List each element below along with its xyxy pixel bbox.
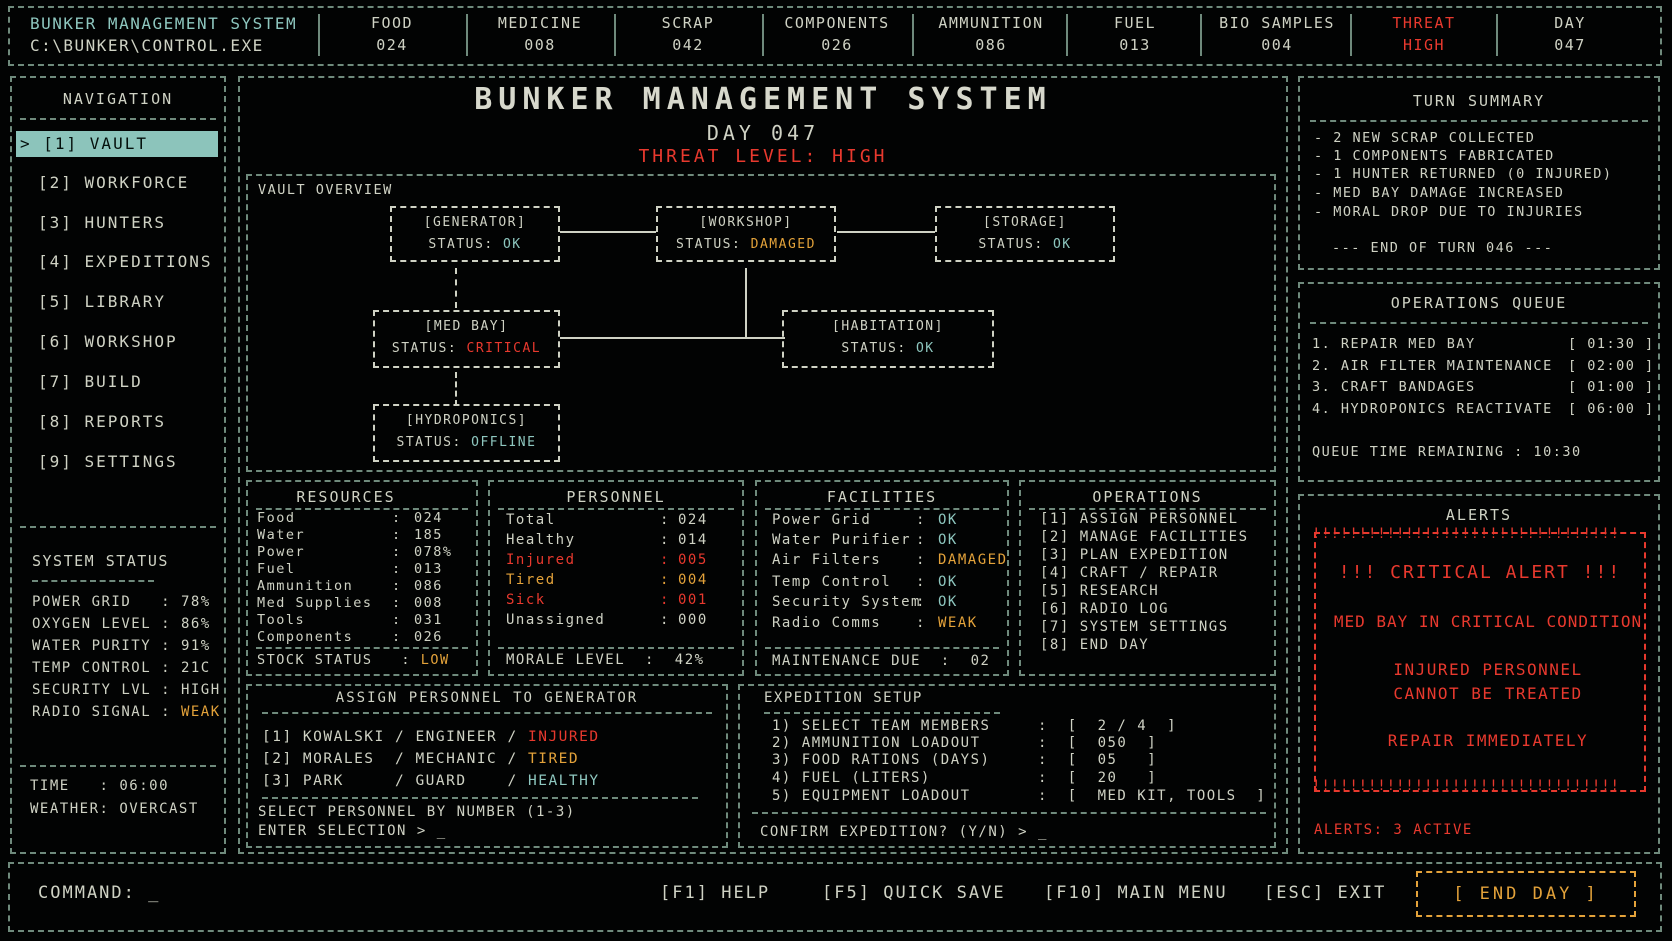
op-plan-expedition[interactable]: [3] PLAN EXPEDITION — [1040, 546, 1229, 564]
assign-title: ASSIGN PERSONNEL TO GENERATOR — [335, 690, 639, 706]
alert-repair: REPAIR IMMEDIATELY — [1387, 731, 1589, 750]
op-research[interactable]: [5] RESEARCH — [1040, 582, 1159, 600]
alert-medbay: MED BAY IN CRITICAL CONDITION — [1333, 612, 1643, 631]
op-assign-personnel[interactable]: [1] ASSIGN PERSONNEL — [1040, 510, 1239, 528]
vault-overview-title: VAULT OVERVIEW — [258, 182, 393, 198]
stat-threat: THREAT HIGH — [1392, 14, 1456, 54]
status-row: WATER PURITY : 91% — [32, 638, 211, 654]
nav-item-reports[interactable]: [8] REPORTS — [16, 409, 218, 435]
expedition-row[interactable]: 1) SELECT TEAM MEMBERS — [772, 718, 990, 736]
alert-critical: !!! CRITICAL ALERT !!! — [1338, 562, 1622, 583]
stat-food: FOOD 024 — [370, 14, 414, 54]
nav-item-workforce[interactable]: [2] WORKFORCE — [16, 170, 218, 196]
node-habitation[interactable]: [HABITATION] STATUS: OK — [782, 310, 994, 368]
assign-input[interactable]: ENTER SELECTION > _ — [258, 823, 447, 840]
stat-day: DAY 047 — [1554, 14, 1586, 54]
alerts-count: ALERTS: 3 ACTIVE — [1314, 822, 1473, 838]
assign-option-2[interactable]: [2] MORALES / MECHANIC / TIRED — [262, 748, 579, 770]
status-row: OXYGEN LEVEL : 86% — [32, 616, 211, 632]
op-system-settings[interactable]: [7] SYSTEM SETTINGS — [1040, 618, 1229, 636]
main-threat: THREAT LEVEL: HIGH — [638, 146, 888, 167]
clock-time: TIME : 06:00 — [30, 778, 170, 794]
op-radio-log[interactable]: [6] RADIO LOG — [1040, 600, 1169, 618]
weather: WEATHER: OVERCAST — [30, 801, 199, 817]
summary-item: - MED BAY DAMAGE INCREASED — [1314, 185, 1565, 201]
resources-title: RESOURCES — [296, 488, 396, 506]
system-status-title: SYSTEM STATUS — [32, 552, 169, 570]
stat-scrap: SCRAP 042 — [661, 14, 715, 54]
personnel-title: PERSONNEL — [566, 488, 666, 506]
queue-item[interactable]: 1. REPAIR MED BAY — [1312, 336, 1476, 353]
quick-save-key[interactable]: [F5] QUICK SAVE — [822, 883, 1006, 903]
app-title: BUNKER MANAGEMENT SYSTEM — [30, 14, 298, 33]
summary-item: - 1 COMPONENTS FABRICATED — [1314, 148, 1555, 164]
op-craft-repair[interactable]: [4] CRAFT / REPAIR — [1040, 564, 1219, 582]
op-manage-facilities[interactable]: [2] MANAGE FACILITIES — [1040, 528, 1249, 546]
expedition-confirm[interactable]: CONFIRM EXPEDITION? (Y/N) > _ — [760, 824, 1048, 841]
node-medbay[interactable]: [MED BAY] STATUS: CRITICAL — [373, 310, 560, 368]
maintenance-due: MAINTENANCE DUE : 02 — [772, 653, 991, 669]
queue-item[interactable]: 3. CRAFT BANDAGES — [1312, 379, 1476, 396]
app-path: C:\BUNKER\CONTROL.EXE — [30, 36, 264, 55]
expedition-row[interactable]: 4) FUEL (LITERS) — [772, 770, 931, 788]
status-row: RADIO SIGNAL : WEAK — [32, 704, 221, 720]
node-hydroponics[interactable]: [HYDROPONICS] STATUS: OFFLINE — [373, 404, 560, 462]
expedition-row[interactable]: 5) EQUIPMENT LOADOUT — [772, 788, 971, 806]
end-day-button[interactable]: [ END DAY ] — [1416, 871, 1636, 917]
nav-item-library[interactable]: [5] LIBRARY — [16, 289, 218, 315]
turn-summary-title: TURN SUMMARY — [1412, 92, 1546, 110]
summary-item: - 2 NEW SCRAP COLLECTED — [1314, 130, 1536, 146]
alert-injured-1: INJURED PERSONNEL — [1393, 660, 1583, 679]
summary-item: - 1 HUNTER RETURNED (0 INJURED) — [1314, 166, 1613, 182]
main-title: BUNKER MANAGEMENT SYSTEM — [474, 82, 1052, 117]
assign-prompt: SELECT PERSONNEL BY NUMBER (1-3) — [258, 804, 576, 820]
command-input[interactable]: COMMAND: _ — [38, 883, 160, 903]
expedition-row[interactable]: 2) AMMUNITION LOADOUT — [772, 735, 981, 753]
facilities-title: FACILITIES — [826, 488, 938, 506]
morale-level: MORALE LEVEL : 42% — [506, 652, 705, 668]
nav-item-build[interactable]: [7] BUILD — [16, 369, 218, 395]
expedition-title: EXPEDITION SETUP — [764, 690, 923, 706]
queue-item[interactable]: 4. HYDROPONICS REACTIVATE — [1312, 401, 1553, 418]
summary-end: --- END OF TURN 046 --- — [1332, 240, 1554, 256]
main-day: DAY 047 — [706, 121, 820, 145]
summary-item: - MORAL DROP DUE TO INJURIES — [1314, 204, 1584, 220]
alerts-title: ALERTS — [1445, 506, 1513, 524]
queue-remaining: QUEUE TIME REMAINING : 10:30 — [1312, 444, 1582, 460]
nav-item-vault[interactable]: > [1] VAULT — [16, 131, 218, 157]
main-menu-key[interactable]: [F10] MAIN MENU — [1044, 883, 1228, 903]
status-row: TEMP CONTROL : 21C — [32, 660, 211, 676]
status-row: POWER GRID : 78% — [32, 594, 211, 610]
stat-medicine: MEDICINE 008 — [497, 14, 583, 54]
nav-item-workshop[interactable]: [6] WORKSHOP — [16, 329, 218, 355]
alert-bang-bottom: !!!!!!!!!!!!!!!!!!!!!!!!!!!!!!!!! — [1312, 778, 1620, 794]
assign-option-1[interactable]: [1] KOWALSKI / ENGINEER / INJURED — [262, 726, 600, 748]
assign-option-3[interactable]: [3] PARK / GUARD / HEALTHY — [262, 770, 600, 792]
nav-item-expeditions[interactable]: [4] EXPEDITIONS — [16, 249, 218, 275]
help-key[interactable]: [F1] HELP — [660, 883, 770, 903]
expedition-row[interactable]: 3) FOOD RATIONS (DAYS) — [772, 752, 990, 770]
operations-title: OPERATIONS — [1092, 488, 1203, 506]
stat-bio-samples: BIO SAMPLES 004 — [1219, 14, 1335, 54]
exit-key[interactable]: [ESC] EXIT — [1264, 883, 1386, 903]
stat-ammunition: AMMUNITION 086 — [938, 14, 1044, 54]
nav-item-hunters[interactable]: [3] HUNTERS — [16, 210, 218, 236]
op-end-day[interactable]: [8] END DAY — [1040, 636, 1149, 654]
ops-queue-title: OPERATIONS QUEUE — [1390, 294, 1568, 312]
node-workshop[interactable]: [WORKSHOP] STATUS: DAMAGED — [656, 206, 836, 262]
stock-status: STOCK STATUS : LOW — [257, 652, 450, 668]
queue-item[interactable]: 2. AIR FILTER MAINTENANCE — [1312, 358, 1553, 375]
alert-bang-top: !!!!!!!!!!!!!!!!!!!!!!!!!!!!!!!!! — [1312, 526, 1620, 542]
stat-fuel: FUEL 013 — [1113, 14, 1157, 54]
node-generator[interactable]: [GENERATOR] STATUS: OK — [390, 206, 560, 262]
stat-components: COMPONENTS 026 — [784, 14, 890, 54]
node-storage[interactable]: [STORAGE] STATUS: OK — [935, 206, 1115, 262]
nav-title: NAVIGATION — [62, 90, 174, 108]
alert-injured-2: CANNOT BE TREATED — [1393, 684, 1583, 703]
nav-item-settings[interactable]: [9] SETTINGS — [16, 449, 218, 475]
status-row: SECURITY LVL : HIGH — [32, 682, 221, 698]
